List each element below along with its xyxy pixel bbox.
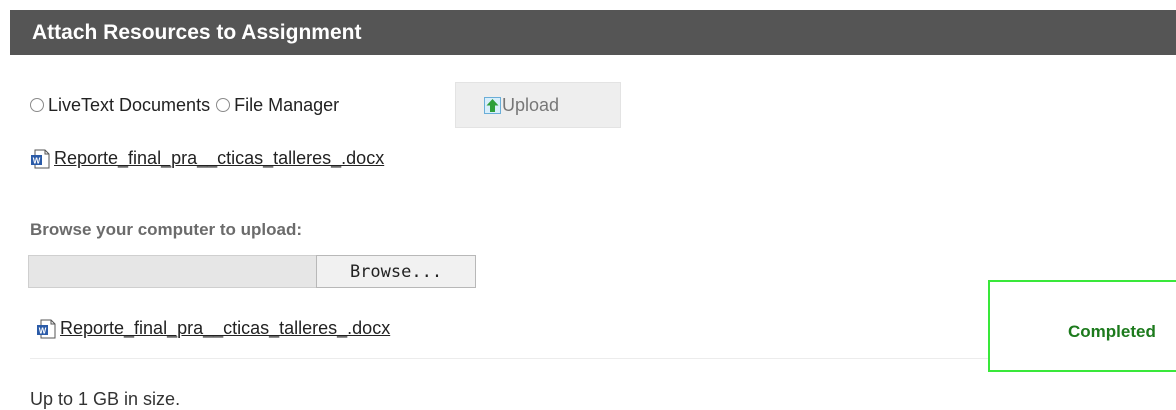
source-selector: LiveText Documents File Manager	[30, 82, 345, 128]
uploaded-file-name: Reporte_final_pra__cticas_talleres_.docx	[60, 318, 391, 338]
radio-label-file-manager[interactable]: File Manager	[234, 95, 339, 116]
radio-label-livetext[interactable]: LiveText Documents	[48, 95, 210, 116]
panel-header: Attach Resources to Assignment	[10, 10, 1176, 55]
upload-button-label: Upload	[502, 94, 560, 115]
uploaded-file-link[interactable]: W Reporte_final_pra__cticas_talleres_.do…	[36, 318, 390, 339]
radio-file-manager[interactable]	[216, 98, 231, 112]
upload-arrow-icon	[484, 96, 501, 114]
panel-title: Attach Resources to Assignment	[32, 21, 362, 44]
row-divider	[30, 358, 990, 359]
svg-text:W: W	[33, 156, 41, 165]
upload-status: Completed	[1068, 322, 1156, 341]
browse-button[interactable]: Browse...	[316, 255, 476, 288]
attached-file-link[interactable]: W Reporte_final_pra__cticas_talleres_.do…	[30, 148, 384, 169]
browse-label: Browse your computer to upload:	[30, 220, 303, 239]
svg-text:W: W	[39, 326, 47, 335]
attached-file-name: Reporte_final_pra__cticas_talleres_.docx	[54, 148, 385, 168]
word-document-icon: W	[37, 319, 56, 338]
file-path-field[interactable]	[28, 255, 318, 288]
word-document-icon: W	[31, 149, 50, 168]
size-limit-note: Up to 1 GB in size.	[30, 389, 181, 409]
radio-livetext-documents[interactable]	[30, 98, 44, 112]
upload-button[interactable]: Upload	[455, 82, 621, 128]
